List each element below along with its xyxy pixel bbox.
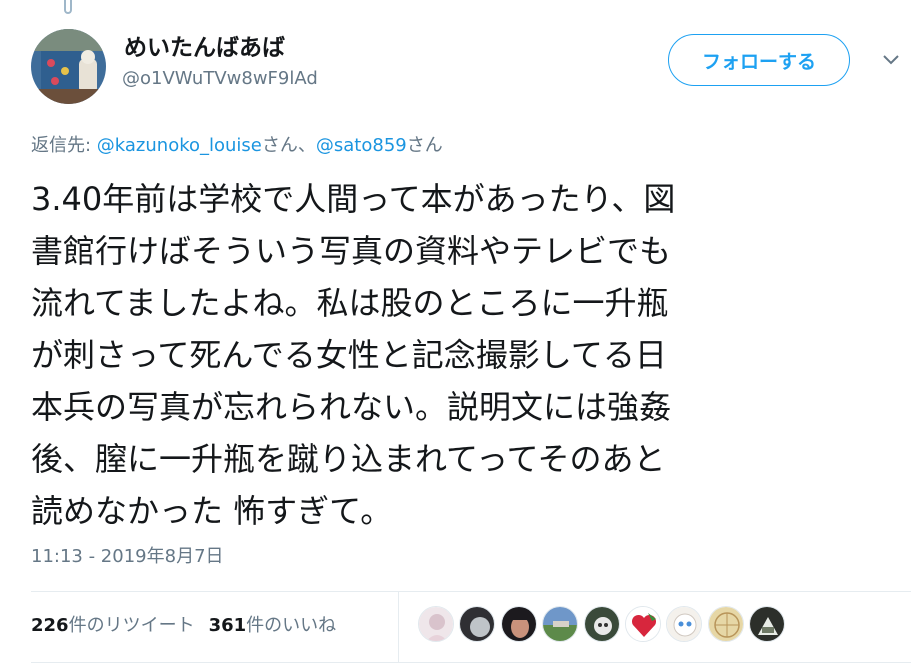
divider bbox=[31, 591, 911, 592]
liker-avatar[interactable] bbox=[624, 606, 661, 642]
reply-suffix-2: さん bbox=[406, 135, 443, 156]
liker-avatar[interactable] bbox=[749, 606, 786, 642]
follow-button[interactable]: フォローする bbox=[668, 34, 850, 86]
liker-avatars bbox=[418, 606, 791, 642]
like-label: 件のいいね bbox=[246, 615, 337, 636]
retweet-label: 件のリツイート bbox=[68, 615, 195, 636]
reply-suffix-1: さん、 bbox=[261, 135, 316, 156]
reply-prefix: 返信先: bbox=[31, 135, 97, 156]
like-count: 361 bbox=[208, 615, 247, 636]
tweet-line: 流れてましたよね。私は股のところに一升瓶 bbox=[31, 284, 669, 322]
reply-context: 返信先: @kazunoko_louiseさん、@sato859さん bbox=[31, 131, 443, 157]
divider bbox=[398, 592, 399, 662]
retweet-count: 226 bbox=[31, 615, 69, 636]
liker-avatar[interactable] bbox=[542, 606, 579, 642]
like-stat[interactable]: 361件のいいね bbox=[209, 615, 337, 636]
liker-avatar[interactable] bbox=[418, 606, 454, 642]
tweet-line: 後、膣に一升瓶を蹴り込まれてってそのあと bbox=[31, 440, 666, 478]
tweet-line: 3.40年前は学校で人間って本があったり、図 bbox=[31, 180, 676, 218]
tweet-line: 書館行けばそういう写真の資料やテレビでも bbox=[31, 232, 672, 270]
tab-marker bbox=[64, 0, 72, 14]
mention-link-2[interactable]: @sato859 bbox=[316, 135, 407, 156]
tweet-line: が刺さって死んでる女性と記念撮影してる日 bbox=[31, 336, 667, 374]
tweet-stats: 226件のリツイート 361件のいいね bbox=[31, 611, 336, 637]
liker-avatar[interactable] bbox=[500, 606, 537, 642]
user-handle[interactable]: @o1VWuTVw8wF9lAd bbox=[122, 68, 318, 89]
liker-avatar[interactable] bbox=[707, 606, 744, 642]
avatar[interactable] bbox=[31, 29, 106, 104]
liker-avatar[interactable] bbox=[459, 606, 496, 642]
liker-avatar[interactable] bbox=[666, 606, 703, 642]
retweet-stat[interactable]: 226件のリツイート bbox=[31, 615, 195, 636]
divider bbox=[31, 662, 911, 663]
tweet-line: 本兵の写真が忘れられない。説明文には強姦 bbox=[31, 388, 672, 426]
avatar-image bbox=[31, 29, 106, 104]
chevron-down-icon[interactable] bbox=[881, 52, 901, 68]
liker-avatar[interactable] bbox=[583, 606, 620, 642]
tweet-line: 読めなかった 怖すぎて。 bbox=[31, 492, 393, 530]
tweet-timestamp[interactable]: 11:13 - 2019年8月7日 bbox=[31, 542, 224, 568]
display-name[interactable]: めいたんばあば bbox=[124, 28, 285, 62]
mention-link-1[interactable]: @kazunoko_louise bbox=[97, 135, 262, 156]
tweet-text: 3.40年前は学校で人間って本があったり、図 書館行けばそういう写真の資料やテレ… bbox=[31, 173, 901, 537]
